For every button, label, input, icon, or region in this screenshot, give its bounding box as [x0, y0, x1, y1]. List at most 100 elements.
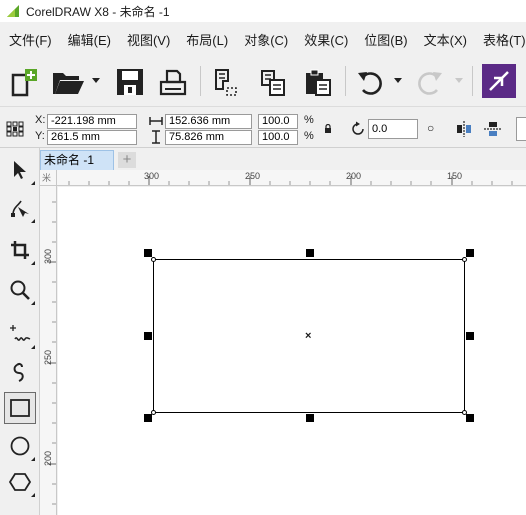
new-document-button[interactable] — [6, 64, 42, 100]
scale-y-field[interactable]: 100.0 — [258, 130, 298, 145]
selection-handle-middle-left[interactable] — [144, 332, 152, 340]
toolbar-separator — [472, 66, 473, 96]
flyout-indicator-icon — [31, 301, 35, 305]
rotation-center-marker[interactable]: × — [305, 331, 311, 342]
polygon-tool[interactable] — [4, 466, 36, 498]
artistic-brush-icon — [13, 362, 24, 382]
document-tab[interactable]: 未命名 -1 — [40, 150, 114, 170]
title-bar: CorelDRAW X8 - 未命名 -1 — [0, 0, 526, 22]
freehand-tool[interactable] — [4, 318, 36, 350]
copy-icon — [261, 70, 285, 96]
menu-text[interactable]: 文本(X) — [416, 30, 475, 49]
width-field[interactable]: 152.636 mm — [165, 114, 252, 129]
flyout-indicator-icon — [31, 457, 35, 461]
menu-layout[interactable]: 布局(L) — [178, 30, 236, 49]
width-icon — [149, 117, 163, 125]
rectangle-corner-node[interactable] — [462, 257, 467, 262]
x-position-field[interactable]: -221.198 mm — [47, 114, 137, 129]
new-tab-button[interactable]: + — [118, 152, 136, 168]
ruler-origin[interactable]: 米 — [40, 170, 57, 186]
scale-x-percent: % — [304, 114, 314, 126]
open-folder-icon — [53, 73, 84, 94]
ruler-tick-label: 200 — [43, 450, 53, 466]
rotation-field[interactable]: 0.0 — [368, 119, 418, 139]
paste-button[interactable] — [300, 64, 336, 100]
zoom-magnifier-icon — [10, 280, 30, 300]
copy-button[interactable] — [255, 64, 291, 100]
scale-x-field[interactable]: 100.0 — [258, 114, 298, 129]
mirror-horizontal-icon[interactable] — [455, 121, 473, 137]
toolbox — [0, 148, 40, 515]
print-button[interactable] — [155, 64, 191, 100]
menu-object[interactable]: 对象(C) — [236, 30, 296, 49]
cut-button[interactable] — [208, 64, 244, 100]
horizontal-ruler[interactable]: 300 250 200 150 — [57, 170, 526, 186]
vertical-ruler[interactable]: 300 250 200 — [40, 186, 57, 515]
save-button[interactable] — [112, 64, 148, 100]
window-title: CorelDRAW X8 - 未命名 -1 — [26, 4, 170, 19]
zoom-tool[interactable] — [4, 274, 36, 306]
rectangle-corner-node[interactable] — [151, 257, 156, 262]
menu-effects[interactable]: 效果(C) — [296, 30, 356, 49]
x-position-label: X: — [35, 114, 46, 126]
selection-handle-bottom-left[interactable] — [144, 414, 152, 422]
selection-handle-top-right[interactable] — [466, 249, 474, 257]
artistic-media-tool[interactable] — [4, 356, 36, 388]
lock-ratio-icon[interactable] — [324, 124, 332, 134]
selection-handle-bottom-center[interactable] — [306, 414, 314, 422]
reference-point-icon[interactable] — [6, 121, 24, 137]
selection-handle-top-center[interactable] — [306, 249, 314, 257]
paste-icon — [306, 69, 331, 96]
redo-button[interactable] — [412, 64, 448, 100]
selection-handle-top-left[interactable] — [144, 249, 152, 257]
flyout-indicator-icon — [31, 345, 35, 349]
redo-dropdown-arrow-icon[interactable] — [455, 78, 463, 83]
menu-view[interactable]: 视图(V) — [119, 30, 178, 49]
print-icon — [159, 69, 187, 96]
mirror-vertical-icon[interactable] — [484, 120, 502, 138]
coreldraw-logo-icon — [7, 5, 19, 17]
import-button[interactable] — [482, 64, 516, 98]
flyout-indicator-icon — [31, 493, 35, 497]
shape-node-icon — [11, 200, 29, 217]
height-icon — [152, 130, 160, 144]
ruler-unit-label: 米 — [42, 173, 52, 183]
ruler-tick-label: 250 — [245, 171, 261, 181]
rotation-icon — [352, 121, 364, 135]
open-button[interactable] — [50, 64, 86, 100]
cut-icon — [215, 69, 237, 96]
new-document-icon — [11, 69, 37, 97]
height-field[interactable]: 75.826 mm — [165, 130, 252, 145]
y-position-label: Y: — [35, 130, 45, 142]
undo-icon — [358, 72, 382, 95]
text-wrap-button[interactable] — [516, 117, 526, 141]
selection-handle-middle-right[interactable] — [466, 332, 474, 340]
undo-button[interactable] — [352, 64, 388, 100]
menu-bitmaps[interactable]: 位图(B) — [356, 30, 415, 49]
shape-tool[interactable] — [4, 192, 36, 224]
selection-handle-bottom-right[interactable] — [466, 414, 474, 422]
redo-icon — [418, 72, 442, 95]
standard-toolbar — [0, 56, 526, 106]
menu-file[interactable]: 文件(F) — [0, 30, 60, 49]
document-tab-strip: 未命名 -1 + — [40, 148, 526, 170]
y-position-field[interactable]: 261.5 mm — [47, 130, 137, 145]
menu-bar: 文件(F) 编辑(E) 视图(V) 布局(L) 对象(C) 效果(C) 位图(B… — [0, 22, 526, 56]
pick-tool[interactable] — [4, 154, 36, 186]
menu-table[interactable]: 表格(T) — [475, 30, 526, 49]
menu-edit[interactable]: 编辑(E) — [60, 30, 119, 49]
ruler-tick-label: 300 — [144, 171, 160, 181]
ellipse-tool[interactable] — [4, 430, 36, 462]
open-dropdown-arrow-icon[interactable] — [92, 78, 100, 83]
rectangle-tool[interactable] — [4, 392, 36, 424]
flyout-indicator-icon — [31, 261, 35, 265]
pick-arrow-icon — [14, 161, 26, 179]
ruler-tick-label: 150 — [447, 171, 463, 181]
toolbar-separator — [345, 66, 346, 96]
undo-dropdown-arrow-icon[interactable] — [394, 78, 402, 83]
save-icon — [117, 69, 143, 95]
crop-tool[interactable] — [4, 234, 36, 266]
crop-icon — [11, 241, 29, 259]
drawing-canvas[interactable]: × — [58, 187, 526, 515]
ellipse-icon — [10, 436, 30, 456]
